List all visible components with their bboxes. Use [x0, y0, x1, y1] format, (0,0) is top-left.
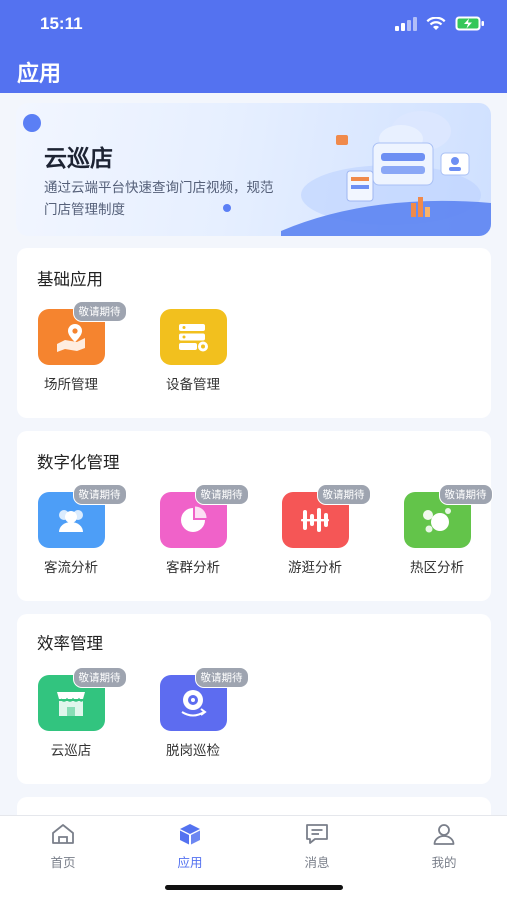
tab-messages[interactable]: 消息 [282, 822, 352, 871]
coming-soon-badge: 敬请期待 [194, 667, 249, 688]
users-icon [59, 510, 83, 532]
app-label: 场所管理 [44, 377, 98, 393]
section-efficiency-management: 效率管理 敬请期待 云巡店 敬请期待 脱岗巡检 [17, 614, 491, 784]
battery-charging-icon [455, 16, 484, 31]
home-indicator[interactable] [165, 885, 343, 890]
coming-soon-badge: 敬请期待 [316, 484, 371, 505]
tab-profile[interactable]: 我的 [409, 822, 479, 871]
user-icon [433, 824, 455, 845]
coming-soon-badge: 敬请期待 [72, 484, 127, 505]
cloud-server-illustration [281, 111, 491, 236]
section-digital-management: 数字化管理 敬请期待 客流分析 敬请期待 客群分析 敬请期待 游逛分析 敬请期待… [17, 431, 493, 601]
nav-bar: 应用 [0, 50, 507, 93]
status-bar: 15:11 [0, 0, 507, 50]
app-label: 游逛分析 [288, 560, 342, 576]
app-icon: 敬请期待 [159, 484, 249, 548]
wifi-icon [426, 16, 446, 30]
app-customer-group-analysis[interactable]: 敬请期待 客群分析 [148, 484, 249, 576]
coming-soon-badge: 敬请期待 [194, 484, 249, 505]
coming-soon-badge: 敬请期待 [438, 484, 493, 505]
app-icon: 敬请期待 [281, 484, 371, 548]
app-device-management[interactable]: 设备管理 [148, 309, 238, 393]
app-venue-management[interactable]: 敬请期待 场所管理 [26, 301, 127, 393]
app-passenger-flow-analysis[interactable]: 敬请期待 客流分析 [26, 484, 127, 576]
app-icon: 敬请期待 [37, 667, 127, 731]
tab-apps[interactable]: 应用 [155, 822, 225, 871]
app-icon [159, 309, 227, 365]
app-label: 脱岗巡检 [166, 743, 220, 759]
store-icon [57, 692, 85, 716]
banner-title: 云巡店 [44, 146, 113, 172]
pie-chart-icon [181, 506, 207, 532]
section-title: 基础应用 [37, 270, 103, 289]
app-label: 热区分析 [410, 560, 464, 576]
tab-home[interactable]: 首页 [28, 822, 98, 871]
home-icon [52, 824, 74, 844]
section-title: 数字化管理 [37, 453, 120, 472]
message-icon [306, 824, 328, 844]
app-label: 云巡店 [50, 743, 92, 759]
coming-soon-badge: 敬请期待 [72, 667, 127, 688]
location-map-icon [57, 324, 85, 352]
section-title: 效率管理 [37, 634, 103, 653]
app-icon: 敬请期待 [37, 301, 127, 365]
tab-label: 我的 [431, 855, 457, 870]
coming-soon-badge: 敬请期待 [72, 301, 127, 322]
tab-label: 应用 [177, 855, 203, 870]
app-icon: 敬请期待 [403, 484, 493, 548]
tab-label: 首页 [50, 855, 76, 870]
app-browsing-analysis[interactable]: 敬请期待 游逛分析 [270, 484, 371, 576]
app-label: 设备管理 [166, 377, 220, 393]
bubbles-icon [423, 508, 451, 533]
cube-icon [180, 824, 200, 845]
camera-rotate-icon [181, 690, 207, 717]
app-icon: 敬请期待 [159, 667, 249, 731]
app-label: 客群分析 [166, 560, 220, 576]
tab-label: 消息 [304, 855, 330, 870]
server-icon [179, 324, 208, 352]
page-title: 应用 [17, 62, 62, 87]
app-label: 客流分析 [44, 560, 98, 576]
status-icons [395, 16, 485, 31]
status-time: 15:11 [40, 14, 83, 33]
app-icon: 敬请期待 [37, 484, 127, 548]
banner-dot-decoration [23, 114, 41, 132]
section-basic-apps: 基础应用 敬请期待 场所管理 设备管理 [17, 248, 491, 418]
app-hot-zone-analysis[interactable]: 敬请期待 热区分析 [392, 484, 493, 576]
app-cloud-store-inspection[interactable]: 敬请期待 云巡店 [26, 667, 127, 759]
banner-description: 通过云端平台快速查询门店视频，规范门店管理制度 [44, 180, 274, 218]
cellular-signal-icon [395, 16, 417, 31]
app-off-duty-inspection[interactable]: 敬请期待 脱岗巡检 [148, 667, 249, 759]
equalizer-icon [301, 508, 329, 532]
banner[interactable]: 云巡店 通过云端平台快速查询门店视频，规范门店管理制度 [16, 103, 491, 236]
